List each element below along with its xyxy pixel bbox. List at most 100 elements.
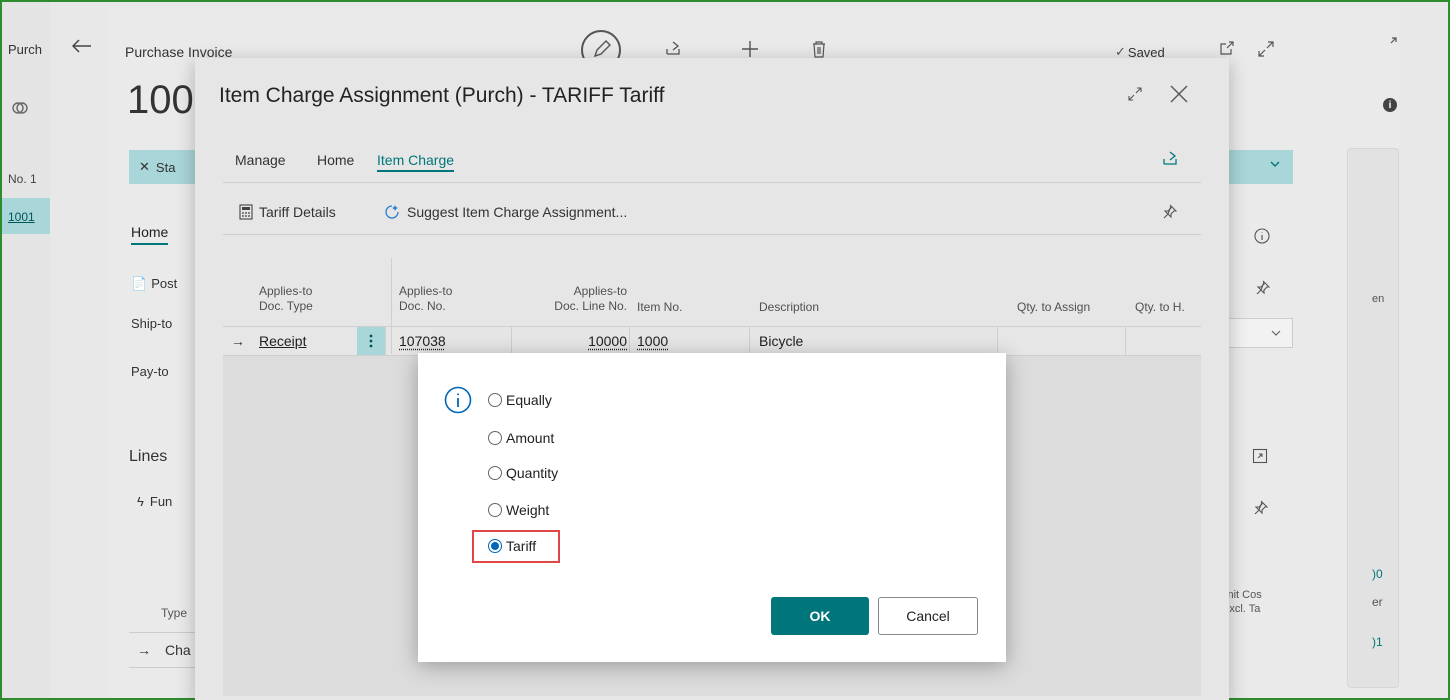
- row-menu-icon[interactable]: [357, 327, 385, 355]
- cell-divider: [1125, 327, 1126, 355]
- share-icon[interactable]: [664, 40, 682, 58]
- open-new-window-icon[interactable]: [1219, 40, 1235, 56]
- pay-to-label: Pay-to: [131, 364, 169, 379]
- close-icon[interactable]: [1169, 84, 1189, 104]
- header-applies-to-doc-no[interactable]: Applies-to Doc. No.: [399, 284, 452, 314]
- document-number: 100: [127, 78, 194, 122]
- pin-icon[interactable]: [1161, 204, 1177, 220]
- cell-item-no[interactable]: 1000: [637, 333, 668, 349]
- left-tab-label[interactable]: Purch: [8, 42, 42, 57]
- post-action[interactable]: 📄 Post: [131, 276, 177, 292]
- post-icon: 📄: [131, 276, 148, 291]
- expand-icon[interactable]: [1257, 40, 1275, 58]
- functions-label: Fun: [149, 494, 173, 509]
- option-weight-label: Weight: [506, 502, 550, 518]
- modal-title: Item Charge Assignment (Purch) - TARIFF …: [219, 84, 665, 107]
- copilot-icon[interactable]: [12, 100, 28, 116]
- header-item-no[interactable]: Item No.: [637, 300, 682, 315]
- cell-doc-type[interactable]: Receipt: [259, 333, 306, 349]
- info-filled-icon[interactable]: i: [1383, 98, 1397, 112]
- status-bar-right[interactable]: [1219, 150, 1293, 184]
- cancel-button[interactable]: Cancel: [878, 597, 978, 635]
- back-arrow-icon[interactable]: [68, 32, 96, 60]
- radio-equally[interactable]: [488, 393, 502, 407]
- option-quantity-label: Quantity: [506, 465, 559, 481]
- option-dialog: Equally Amount Quantity Weight Tariff OK…: [418, 353, 1006, 662]
- cell-doc-no[interactable]: 107038: [399, 333, 446, 349]
- maximize-icon[interactable]: [1127, 86, 1143, 102]
- header-applies-to-line-no[interactable]: Applies-to Doc. Line No.: [531, 284, 627, 314]
- cell-divider: [629, 327, 630, 355]
- header-qty-to-assign[interactable]: Qty. to Assign: [1017, 300, 1090, 315]
- tab-home[interactable]: Home: [131, 224, 169, 245]
- header-line: Doc. Type: [259, 299, 313, 313]
- header-description[interactable]: Description: [759, 300, 819, 315]
- option-weight[interactable]: Weight: [488, 502, 549, 518]
- option-equally[interactable]: Equally: [488, 392, 552, 408]
- line-row-type: Cha: [165, 642, 191, 658]
- factbox-text-2: )0: [1372, 567, 1383, 581]
- delete-trash-icon[interactable]: [811, 40, 827, 58]
- cell-description[interactable]: Bicycle: [759, 333, 803, 349]
- tab-item-charge[interactable]: Item Charge: [377, 152, 455, 172]
- option-quantity[interactable]: Quantity: [488, 465, 558, 481]
- info-icon[interactable]: [1254, 228, 1270, 244]
- header-qty-to-handle[interactable]: Qty. to H.: [1135, 300, 1185, 315]
- ok-button[interactable]: OK: [771, 597, 869, 635]
- calculator-icon: [239, 204, 253, 220]
- tab-manage[interactable]: Manage: [235, 152, 286, 168]
- suggest-label: Suggest Item Charge Assignment...: [407, 204, 628, 220]
- cell-line-no[interactable]: 10000: [563, 333, 627, 349]
- new-plus-icon[interactable]: [741, 40, 759, 58]
- chevron-down-icon[interactable]: [1269, 158, 1281, 170]
- header-line: Applies-to: [573, 284, 627, 298]
- header-line: Applies-to: [259, 284, 313, 298]
- tariff-details-action[interactable]: Tariff Details: [239, 204, 336, 220]
- suggest-assignment-action[interactable]: Suggest Item Charge Assignment...: [383, 204, 627, 220]
- functions-action[interactable]: ϟ Fun: [137, 494, 172, 509]
- option-amount[interactable]: Amount: [488, 430, 554, 446]
- tariff-details-label: Tariff Details: [259, 204, 336, 220]
- type-column-header: Type: [161, 606, 188, 620]
- radio-tariff[interactable]: [488, 539, 502, 553]
- share-icon[interactable]: [1161, 150, 1179, 168]
- post-label: Post: [151, 276, 178, 291]
- info-circle-icon: [444, 386, 472, 414]
- cell-divider: [511, 327, 512, 355]
- radio-quantity[interactable]: [488, 466, 502, 480]
- header-applies-to-doc-type[interactable]: Applies-to Doc. Type: [259, 284, 313, 314]
- close-x-icon[interactable]: ✕: [139, 159, 150, 175]
- cell-divider: [997, 327, 998, 355]
- lines-heading: Lines: [129, 448, 168, 465]
- factbox-pane: en )0 er )1: [1347, 148, 1399, 688]
- chevron-down-icon[interactable]: [1270, 327, 1282, 339]
- suggest-sparkle-icon: [383, 204, 401, 220]
- option-equally-label: Equally: [506, 392, 552, 408]
- pin-icon[interactable]: [1254, 280, 1270, 296]
- cell-divider: [749, 327, 750, 355]
- option-amount-label: Amount: [506, 430, 555, 446]
- header-line: Doc. No.: [399, 299, 446, 313]
- option-tariff-label: Tariff: [506, 538, 537, 554]
- focus-mode-icon[interactable]: [1252, 448, 1268, 464]
- radio-amount[interactable]: [488, 431, 502, 445]
- option-tariff[interactable]: Tariff: [488, 538, 536, 554]
- ship-to-dropdown[interactable]: [1219, 318, 1293, 348]
- left-page-strip: Purch No. 1 1001: [2, 2, 50, 698]
- left-no-label: No. 1: [8, 172, 37, 186]
- expand-icon[interactable]: [1382, 36, 1398, 52]
- table-row[interactable]: → Receipt 107038 10000 1000 Bicycle: [223, 326, 1201, 356]
- left-no-value[interactable]: 1001: [8, 210, 35, 224]
- factbox-text-1: en: [1372, 293, 1385, 305]
- radio-weight[interactable]: [488, 503, 502, 517]
- status-text: Sta: [155, 159, 176, 175]
- left-selected-row[interactable]: 1001: [2, 198, 50, 234]
- ship-to-label: Ship-to: [131, 316, 173, 331]
- browser-frame: Purch No. 1 1001 Purchase Invoice ✓ Save…: [0, 0, 1450, 700]
- row-arrow-icon: →: [137, 642, 151, 658]
- lightning-icon: ϟ: [137, 494, 144, 509]
- tab-home[interactable]: Home: [317, 152, 354, 168]
- pin-icon[interactable]: [1252, 500, 1268, 516]
- tabs-divider: [223, 182, 1201, 183]
- header-line: Doc. Line No.: [554, 299, 627, 313]
